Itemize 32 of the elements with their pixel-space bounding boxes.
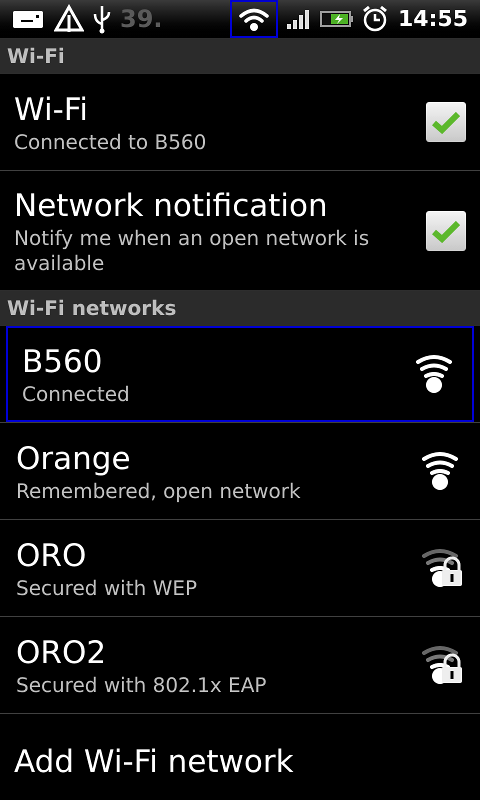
checkbox[interactable] xyxy=(426,102,466,142)
alarm-clock-icon xyxy=(362,5,388,33)
network-row[interactable]: Orange Remembered, open network xyxy=(0,423,480,519)
warning-icon xyxy=(54,4,84,34)
network-row[interactable]: B560 Connected xyxy=(6,326,474,422)
section-header: Wi-Fi xyxy=(0,38,480,74)
item-summary: Connected xyxy=(22,382,131,406)
setting-row[interactable]: Network notification Notify me when an open network is available xyxy=(0,171,480,290)
item-title: Orange xyxy=(16,440,132,478)
item-summary: Remembered, open network xyxy=(16,478,302,504)
battery-percent: 39. xyxy=(120,4,163,35)
item-summary: Secured with 802.1x EAP xyxy=(16,672,268,698)
usb-icon xyxy=(92,4,112,34)
add-network-row[interactable]: Add Wi-Fi network xyxy=(0,714,480,800)
checkbox[interactable] xyxy=(426,210,466,250)
item-title: ORO2 xyxy=(16,634,108,672)
message-icon xyxy=(12,8,46,30)
network-row[interactable]: ORO Secured with WEP xyxy=(0,520,480,616)
item-summary: Connected to B560 xyxy=(14,130,208,154)
item-title: B560 xyxy=(22,342,104,382)
clock-time: 14:55 xyxy=(398,6,468,34)
section-header: Wi-Fi networks xyxy=(0,290,480,326)
item-summary: Secured with WEP xyxy=(16,576,198,600)
setting-row[interactable]: Wi-Fi Connected to B560 xyxy=(0,74,480,170)
signal-icon xyxy=(286,8,312,30)
network-row[interactable]: ORO2 Secured with 802.1x EAP xyxy=(0,617,480,713)
item-title: Add Wi-Fi network xyxy=(14,743,295,782)
item-title: Network notification xyxy=(14,186,329,226)
item-title: ORO xyxy=(16,536,88,576)
item-title: Wi-Fi xyxy=(14,90,89,130)
item-summary: Notify me when an open network is available xyxy=(14,226,370,276)
battery-icon xyxy=(320,9,354,29)
